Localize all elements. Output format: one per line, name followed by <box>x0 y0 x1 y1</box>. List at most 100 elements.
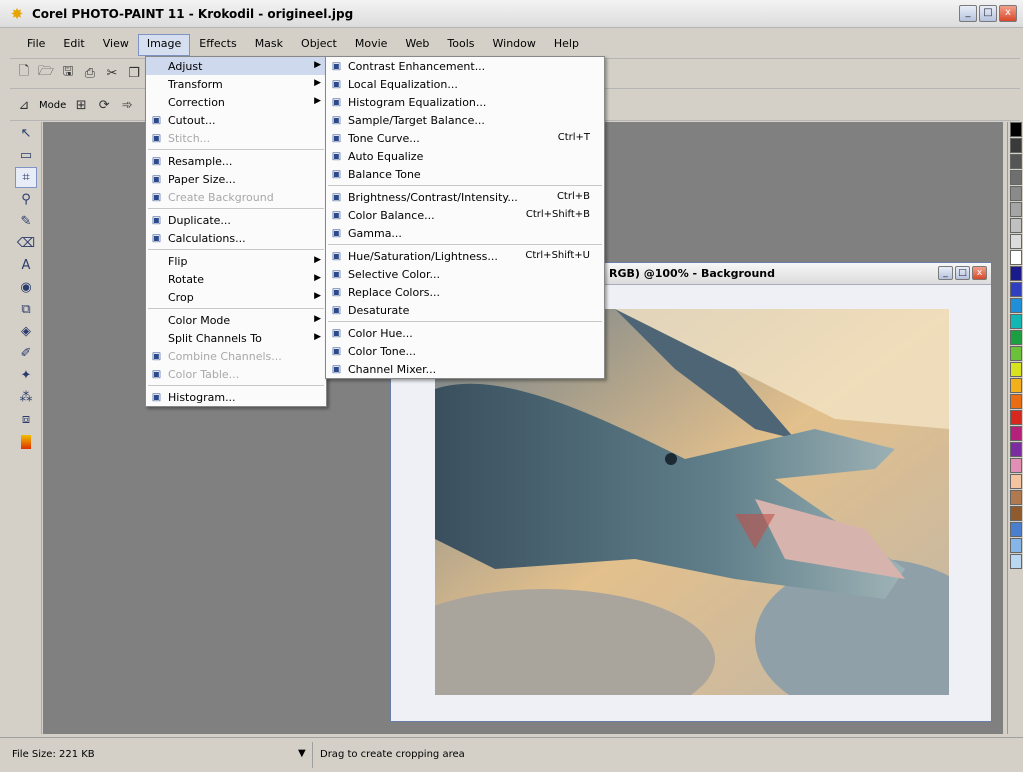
adjust-menu-item-selective-color[interactable]: ▣ Selective Color... <box>326 265 604 283</box>
rectangle-mask-icon[interactable]: ▭ <box>15 145 37 166</box>
rotate-icon[interactable]: ⟳ <box>94 95 114 115</box>
color-swatch[interactable] <box>1010 250 1022 265</box>
document-close-button[interactable]: x <box>972 266 987 280</box>
menu-movie[interactable]: Movie <box>346 34 397 56</box>
color-swatch[interactable] <box>1010 186 1022 201</box>
eraser-icon[interactable]: ⌫ <box>15 233 37 254</box>
pick-tool-icon[interactable]: ↖ <box>15 123 37 144</box>
adjust-menu-item-balance-tone[interactable]: ▣ Balance Tone <box>326 165 604 183</box>
color-swatch[interactable] <box>1010 394 1022 409</box>
open-file-icon[interactable]: 🗁 <box>36 63 56 83</box>
adjust-menu-item-tone-curve[interactable]: ▣ Tone Curve... Ctrl+T <box>326 129 604 147</box>
adjust-menu-item-color-balance[interactable]: ▣ Color Balance... Ctrl+Shift+B <box>326 206 604 224</box>
color-swatch[interactable] <box>1010 442 1022 457</box>
color-swatch[interactable] <box>1010 378 1022 393</box>
adjust-menu-item-contrast-enhancement[interactable]: ▣ Contrast Enhancement... <box>326 57 604 75</box>
cut-icon[interactable]: ✂ <box>102 63 122 83</box>
color-swatch[interactable] <box>1010 138 1022 153</box>
adjust-menu-item-desaturate[interactable]: ▣ Desaturate <box>326 301 604 319</box>
close-button[interactable]: x <box>999 5 1017 22</box>
adjust-menu-item-channel-mixer[interactable]: ▣ Channel Mixer... <box>326 360 604 378</box>
fill-tool-icon[interactable]: ◈ <box>15 321 37 342</box>
new-file-icon[interactable]: 🗋 <box>14 63 34 83</box>
copy-icon[interactable]: ❐ <box>124 63 144 83</box>
image-menu-item-flip[interactable]: Flip ▶ <box>146 252 326 270</box>
menu-web[interactable]: Web <box>396 34 438 56</box>
image-menu-item-calculations[interactable]: ▣ Calculations... <box>146 229 326 247</box>
adjust-menu-item-color-hue[interactable]: ▣ Color Hue... <box>326 324 604 342</box>
color-swatch[interactable] <box>1010 426 1022 441</box>
menu-help[interactable]: Help <box>545 34 588 56</box>
adjust-menu-item-local-equalization[interactable]: ▣ Local Equalization... <box>326 75 604 93</box>
maximize-button[interactable]: □ <box>979 5 997 22</box>
image-sprayer-icon[interactable]: ⁂ <box>15 387 37 408</box>
color-swatch[interactable] <box>1010 490 1022 505</box>
adjust-menu-item-replace-colors[interactable]: ▣ Replace Colors... <box>326 283 604 301</box>
color-swatch[interactable] <box>1010 362 1022 377</box>
color-swatch[interactable] <box>1010 282 1022 297</box>
color-swatch[interactable] <box>1010 298 1022 313</box>
color-swatch[interactable] <box>1010 202 1022 217</box>
print-icon[interactable]: ⎙ <box>80 63 100 83</box>
adjust-menu-item-color-tone[interactable]: ▣ Color Tone... <box>326 342 604 360</box>
image-menu-item-transform[interactable]: Transform ▶ <box>146 75 326 93</box>
menu-image[interactable]: Image <box>137 34 191 56</box>
text-tool-icon[interactable]: A <box>15 255 37 276</box>
adjust-menu-item-brightness-contrast-intensity[interactable]: ▣ Brightness/Contrast/Intensity... Ctrl+B <box>326 188 604 206</box>
image-menu-item-crop[interactable]: Crop ▶ <box>146 288 326 306</box>
eyedropper-icon[interactable]: ✎ <box>15 211 37 232</box>
image-menu-item-split-channels-to[interactable]: Split Channels To ▶ <box>146 329 326 347</box>
adjust-menu-item-sample-target-balance[interactable]: ▣ Sample/Target Balance... <box>326 111 604 129</box>
status-dropdown-icon[interactable]: ▼ <box>298 748 306 759</box>
color-swatch[interactable] <box>1010 506 1022 521</box>
color-swatch[interactable] <box>1010 346 1022 361</box>
save-file-icon[interactable]: 🖫 <box>58 63 78 83</box>
adjust-menu-item-gamma[interactable]: ▣ Gamma... <box>326 224 604 242</box>
adjust-menu-item-histogram-equalization[interactable]: ▣ Histogram Equalization... <box>326 93 604 111</box>
menu-window[interactable]: Window <box>484 34 545 56</box>
minimize-button[interactable]: _ <box>959 5 977 22</box>
menu-edit[interactable]: Edit <box>54 34 93 56</box>
image-menu-item-correction[interactable]: Correction ▶ <box>146 93 326 111</box>
image-menu-item-paper-size[interactable]: ▣ Paper Size... <box>146 170 326 188</box>
image-menu-item-duplicate[interactable]: ▣ Duplicate... <box>146 211 326 229</box>
color-swatch[interactable] <box>1010 218 1022 233</box>
menu-object[interactable]: Object <box>292 34 346 56</box>
menu-view[interactable]: View <box>94 34 138 56</box>
image-menu-item-cutout[interactable]: ▣ Cutout... <box>146 111 326 129</box>
crop-tool-icon[interactable]: ⌗ <box>15 167 37 188</box>
zoom-tool-icon[interactable]: ⚲ <box>15 189 37 210</box>
color-swatch[interactable] <box>1010 522 1022 537</box>
document-minimize-button[interactable]: _ <box>938 266 953 280</box>
color-swatch[interactable] <box>1010 458 1022 473</box>
color-swatch[interactable] <box>1010 234 1022 249</box>
crop-options-icon[interactable]: ⊿ <box>14 95 34 115</box>
color-swatch[interactable] <box>1010 474 1022 489</box>
menu-effects[interactable]: Effects <box>190 34 245 56</box>
arrow-icon[interactable]: ➾ <box>117 95 137 115</box>
adjust-menu-item-hue-saturation-lightness[interactable]: ▣ Hue/Saturation/Lightness... Ctrl+Shift+U <box>326 247 604 265</box>
menu-mask[interactable]: Mask <box>246 34 292 56</box>
color-swatch[interactable] <box>1010 554 1022 569</box>
image-menu-item-histogram[interactable]: ▣ Histogram... <box>146 388 326 406</box>
color-swatch[interactable] <box>1010 266 1022 281</box>
color-swatch[interactable] <box>1010 314 1022 329</box>
color-swatch[interactable] <box>1010 410 1022 425</box>
clone-tool-icon[interactable]: ⧉ <box>15 299 37 320</box>
red-eye-icon[interactable]: ◉ <box>15 277 37 298</box>
menu-tools[interactable]: Tools <box>438 34 483 56</box>
fill-color-icon[interactable] <box>15 431 37 452</box>
image-menu-item-resample[interactable]: ▣ Resample... <box>146 152 326 170</box>
menu-file[interactable]: File <box>18 34 54 56</box>
adjust-menu-item-auto-equalize[interactable]: ▣ Auto Equalize <box>326 147 604 165</box>
image-menu-item-rotate[interactable]: Rotate ▶ <box>146 270 326 288</box>
paint-tool-icon[interactable]: ✐ <box>15 343 37 364</box>
color-swatch[interactable] <box>1010 154 1022 169</box>
color-swatch[interactable] <box>1010 330 1022 345</box>
document-maximize-button[interactable]: □ <box>955 266 970 280</box>
color-swap-icon[interactable]: ⧈ <box>15 409 37 430</box>
image-menu-item-adjust[interactable]: Adjust ▶ <box>146 57 326 75</box>
color-swatch[interactable] <box>1010 538 1022 553</box>
image-menu-item-color-mode[interactable]: Color Mode ▶ <box>146 311 326 329</box>
mode-icon[interactable]: ⊞ <box>71 95 91 115</box>
